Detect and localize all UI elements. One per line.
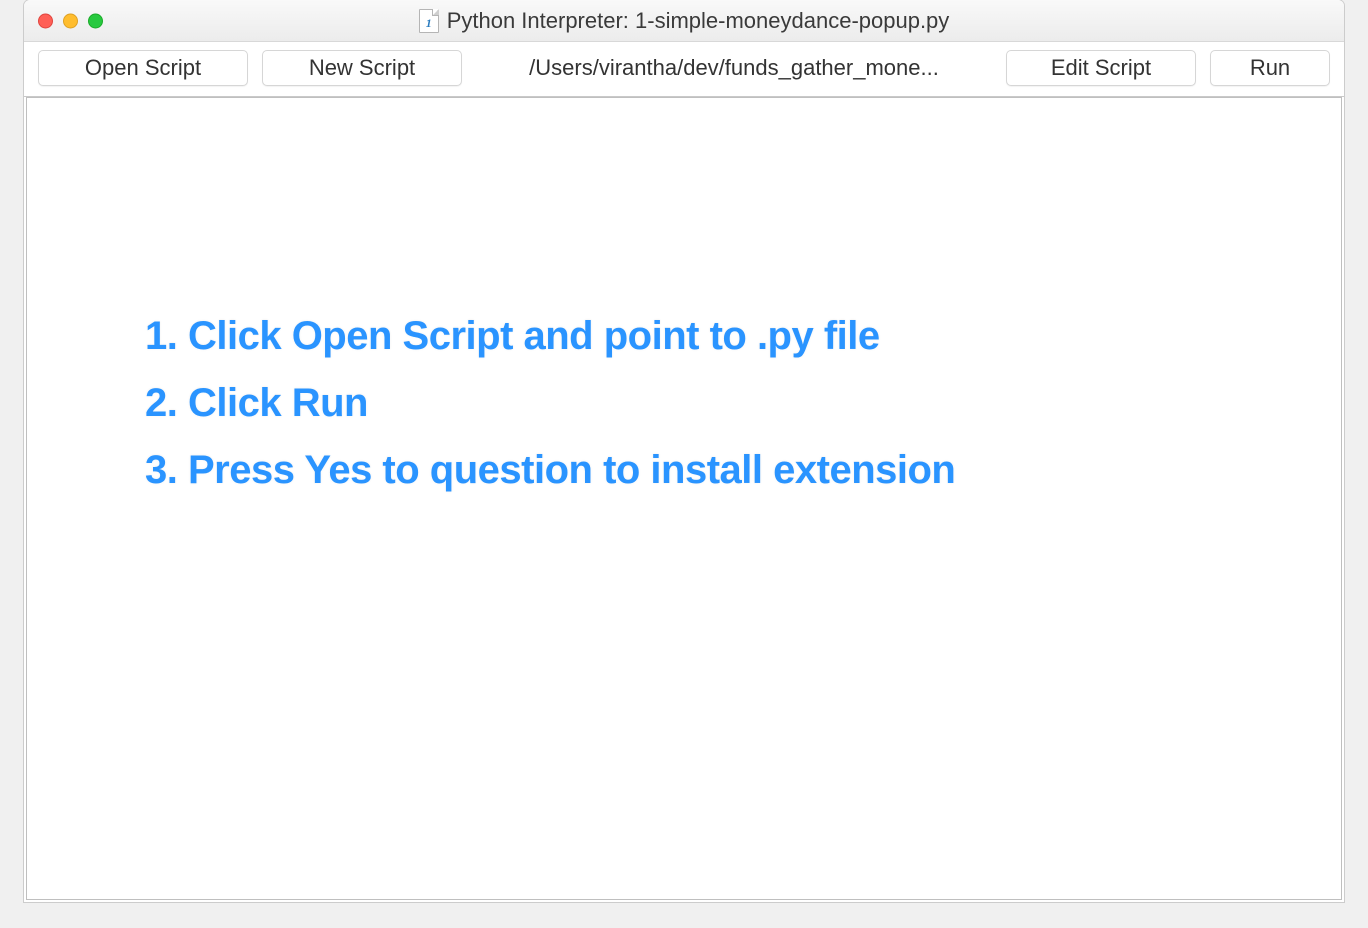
instructions-overlay: 1. Click Open Script and point to .py fi…	[145, 314, 955, 493]
window-title: 1 Python Interpreter: 1-simple-moneydanc…	[419, 8, 950, 34]
run-button[interactable]: Run	[1210, 50, 1330, 86]
new-script-label: New Script	[309, 55, 415, 81]
script-path-label: /Users/virantha/dev/funds_gather_mone...	[476, 55, 992, 81]
window-controls	[38, 13, 103, 28]
edit-script-button[interactable]: Edit Script	[1006, 50, 1196, 86]
new-script-button[interactable]: New Script	[262, 50, 462, 86]
python-file-icon: 1	[419, 9, 439, 33]
edit-script-label: Edit Script	[1051, 55, 1151, 81]
open-script-button[interactable]: Open Script	[38, 50, 248, 86]
open-script-label: Open Script	[85, 55, 201, 81]
instruction-line-3: 3. Press Yes to question to install exte…	[145, 448, 955, 493]
maximize-icon[interactable]	[88, 13, 103, 28]
output-area[interactable]: 1. Click Open Script and point to .py fi…	[26, 97, 1342, 900]
toolbar: Open Script New Script /Users/virantha/d…	[24, 42, 1344, 97]
window-title-text: Python Interpreter: 1-simple-moneydance-…	[447, 8, 950, 34]
titlebar: 1 Python Interpreter: 1-simple-moneydanc…	[24, 0, 1344, 42]
instruction-line-2: 2. Click Run	[145, 381, 955, 426]
run-label: Run	[1250, 55, 1290, 81]
close-icon[interactable]	[38, 13, 53, 28]
app-window: 1 Python Interpreter: 1-simple-moneydanc…	[24, 0, 1344, 902]
minimize-icon[interactable]	[63, 13, 78, 28]
instruction-line-1: 1. Click Open Script and point to .py fi…	[145, 314, 955, 359]
